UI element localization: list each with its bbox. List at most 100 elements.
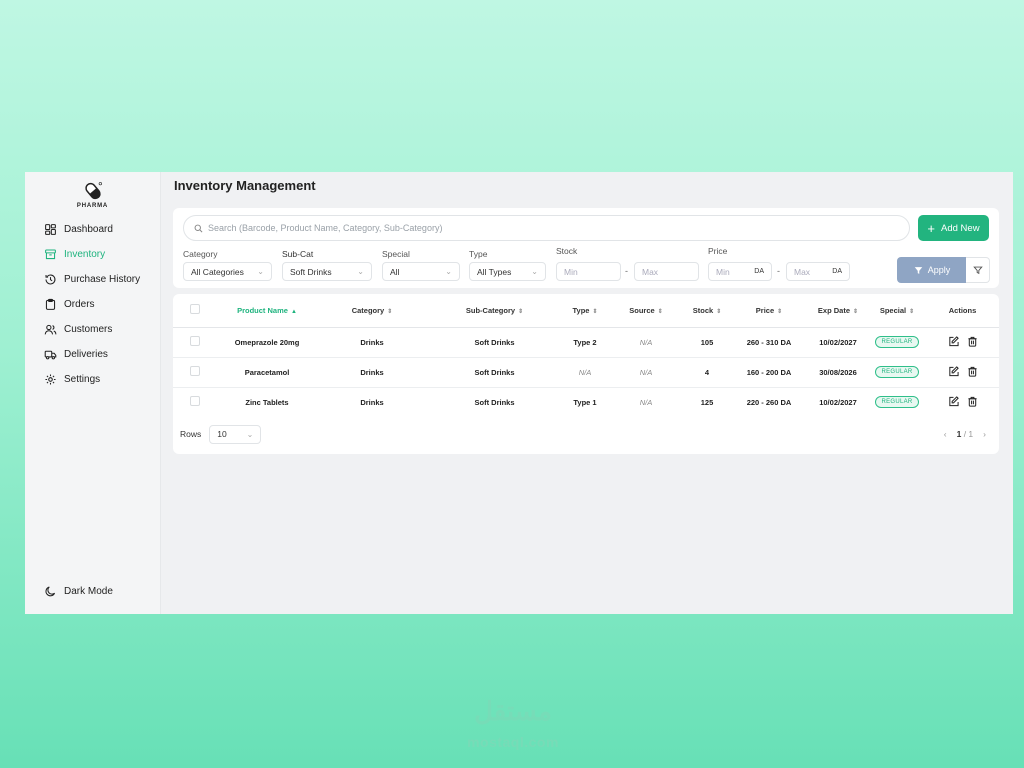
- table-header-row: Product Name ▲ Category ⇕ Sub-Category ⇕ Ty…: [173, 294, 999, 327]
- rows-per-page-value: 10: [217, 429, 227, 439]
- price-min-input[interactable]: Min DA: [708, 262, 772, 281]
- stock-filter-label: Stock: [556, 246, 578, 256]
- column-source[interactable]: Source ⇕: [608, 294, 684, 327]
- sidebar-item-label: Inventory: [64, 249, 106, 260]
- row-checkbox[interactable]: [190, 336, 200, 346]
- table-row[interactable]: Paracetamol Drinks Soft Drinks N/A N/A 4…: [173, 357, 999, 387]
- logo: PHARMA: [25, 172, 160, 212]
- special-select[interactable]: All ⌄: [382, 262, 460, 281]
- subcat-filter-label: Sub-Cat: [282, 249, 314, 259]
- price-max-placeholder: Max: [794, 266, 811, 277]
- rows-per-page-select[interactable]: 10 ⌄: [209, 424, 262, 444]
- sort-icon: ⇕: [716, 308, 722, 315]
- column-price[interactable]: Price ⇕: [730, 294, 808, 327]
- prev-page-icon[interactable]: ‹: [944, 429, 947, 439]
- watermark-logo: مستقل: [474, 696, 552, 726]
- special-filter-label: Special: [382, 249, 410, 259]
- column-label: Category: [351, 305, 385, 315]
- app-window: PHARMA Dashboard Inventory Purchase Hist…: [25, 172, 1013, 614]
- row-checkbox[interactable]: [190, 396, 200, 407]
- table-row[interactable]: Omeprazole 20mg Drinks Soft Drinks Type …: [173, 327, 999, 357]
- cell-category: Drinks: [360, 337, 384, 347]
- column-label: Source: [629, 305, 655, 315]
- sidebar-item-purchase-history[interactable]: Purchase History: [25, 267, 160, 292]
- cell-price: 260 - 310 DA: [746, 337, 792, 347]
- edit-icon[interactable]: [948, 335, 959, 347]
- next-page-icon[interactable]: ›: [983, 429, 986, 439]
- cell-category: Drinks: [360, 367, 384, 377]
- add-new-label: Add New: [941, 222, 980, 234]
- trash-icon[interactable]: [967, 366, 978, 377]
- column-type[interactable]: Type ⇕: [562, 294, 608, 327]
- sidebar-item-settings[interactable]: Settings: [25, 367, 160, 392]
- page-indicator: 1 / 1: [957, 429, 974, 439]
- column-stock[interactable]: Stock ⇕: [684, 294, 730, 327]
- sidebar-item-inventory[interactable]: Inventory: [25, 242, 160, 267]
- clipboard-icon: [44, 298, 58, 312]
- sidebar-item-customers[interactable]: Customers: [25, 317, 160, 342]
- column-label: Product Name: [237, 305, 288, 315]
- column-label: Type: [572, 305, 590, 315]
- cell-exp-date: 30/08/2026: [819, 367, 857, 377]
- sidebar-item-label: Deliveries: [64, 349, 108, 360]
- cell-type: N/A: [578, 367, 592, 377]
- column-label: Stock: [692, 305, 714, 315]
- price-min-placeholder: Min: [716, 266, 730, 277]
- subcat-select[interactable]: Soft Drinks ⌄: [282, 262, 372, 281]
- sidebar-item-deliveries[interactable]: Deliveries: [25, 342, 160, 367]
- cell-exp-date: 10/02/2027: [819, 337, 857, 347]
- pagination: ‹ 1 / 1 ›: [944, 429, 986, 439]
- price-max-input[interactable]: Max DA: [786, 262, 850, 281]
- search-input[interactable]: Search (Barcode, Product Name, Category,…: [183, 215, 910, 241]
- sidebar-item-dashboard[interactable]: Dashboard: [25, 217, 160, 242]
- dark-mode-toggle[interactable]: Dark Mode: [25, 579, 160, 604]
- cell-category: Drinks: [360, 397, 384, 407]
- rows-label: Rows: [180, 429, 202, 439]
- filter-options-button[interactable]: [966, 257, 990, 283]
- price-range-separator: -: [777, 266, 780, 276]
- category-select[interactable]: All Categories ⌄: [183, 262, 272, 281]
- trash-icon[interactable]: [967, 396, 978, 407]
- stock-max-input[interactable]: Max: [634, 262, 699, 281]
- sort-icon: ⇕: [592, 308, 598, 315]
- sidebar-item-orders[interactable]: Orders: [25, 292, 160, 317]
- cell-product-name: Omeprazole 20mg: [234, 337, 300, 347]
- column-category[interactable]: Category ⇕: [317, 294, 427, 327]
- inventory-table: Product Name ▲ Category ⇕ Sub-Category ⇕ Ty…: [173, 294, 999, 417]
- cell-sub-category: Soft Drinks: [474, 397, 515, 407]
- watermark-url: mostaql.com: [467, 734, 559, 750]
- select-all-checkbox[interactable]: [190, 304, 200, 315]
- edit-icon[interactable]: [948, 395, 959, 407]
- category-filter-label: Category: [183, 249, 218, 259]
- chevron-down-icon: ⌄: [257, 267, 264, 276]
- sort-icon: ⇕: [657, 308, 663, 315]
- cell-type: Type 2: [573, 337, 597, 347]
- sidebar-item-label: Settings: [64, 374, 101, 385]
- grid-icon: [44, 223, 58, 237]
- sidebar-item-label: Customers: [64, 324, 113, 335]
- trash-icon[interactable]: [967, 336, 978, 347]
- column-product-name[interactable]: Product Name ▲: [217, 294, 317, 327]
- sort-icon: ⇕: [909, 308, 915, 315]
- table-row[interactable]: Zinc Tablets Drinks Soft Drinks Type 1 N…: [173, 387, 999, 417]
- type-select[interactable]: All Types ⌄: [469, 262, 546, 281]
- stock-min-input[interactable]: Min: [556, 262, 621, 281]
- chevron-down-icon: ⌄: [445, 267, 452, 276]
- sidebar-item-label: Purchase History: [64, 274, 141, 285]
- edit-icon[interactable]: [948, 365, 959, 377]
- price-filter-label: Price: [708, 246, 728, 256]
- type-filter-label: Type: [469, 249, 488, 259]
- cell-sub-category: Soft Drinks: [474, 337, 515, 347]
- column-sub-category[interactable]: Sub-Category ⇕: [427, 294, 562, 327]
- row-checkbox[interactable]: [190, 366, 200, 376]
- apply-button[interactable]: Apply: [897, 257, 967, 283]
- column-label: Actions: [948, 305, 977, 315]
- column-exp-date[interactable]: Exp Date ⇕: [808, 294, 868, 327]
- moon-icon: [44, 585, 58, 599]
- column-special[interactable]: Special ⇕: [868, 294, 926, 327]
- search-icon: [194, 224, 203, 232]
- sidebar: PHARMA Dashboard Inventory Purchase Hist…: [25, 172, 161, 614]
- add-new-button[interactable]: + Add New: [918, 215, 989, 241]
- cell-price: 160 - 200 DA: [746, 367, 792, 377]
- gear-icon: [44, 373, 58, 387]
